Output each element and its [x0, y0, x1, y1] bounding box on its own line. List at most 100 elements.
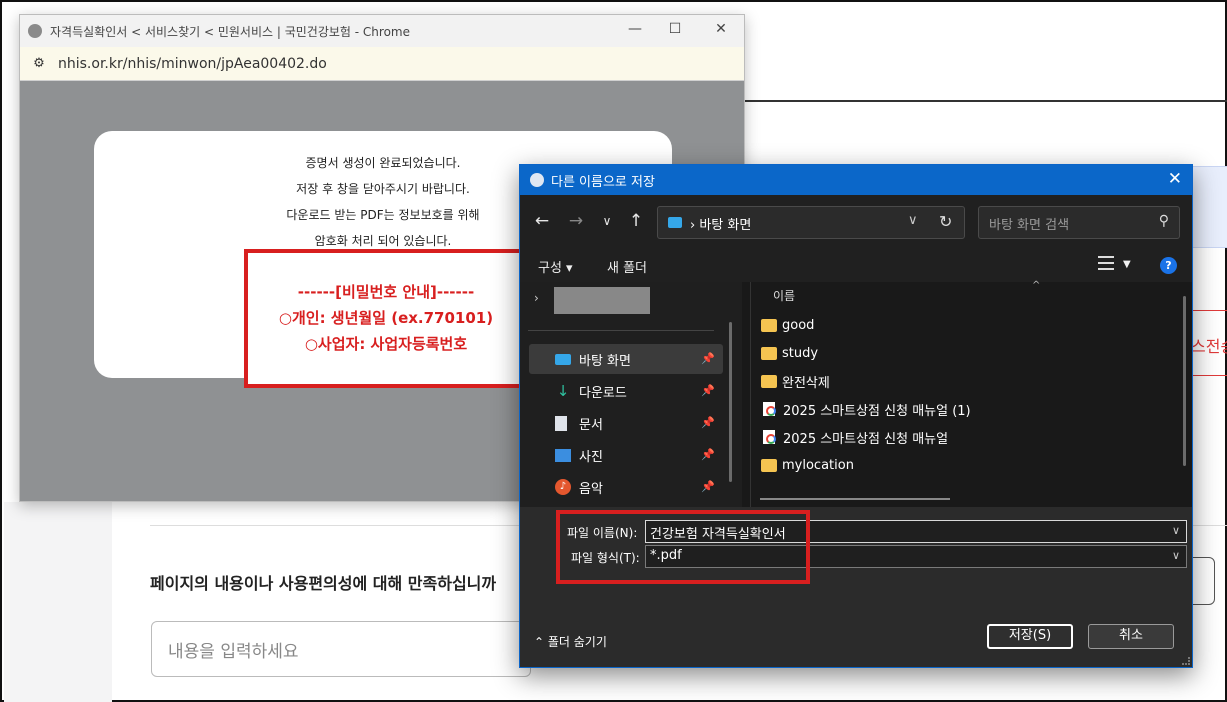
password-notice-heading: ------[비밀번호 안내]------ [297, 283, 475, 301]
picture-icon [555, 448, 571, 462]
nav-item-desktop[interactable]: 바탕 화면 📌 [529, 344, 723, 374]
header-divider [744, 100, 1227, 102]
search-icon: ⚲ [1158, 213, 1169, 229]
forward-arrow-icon[interactable]: → [566, 211, 586, 231]
pin-icon: 📌 [701, 416, 715, 429]
document-icon [555, 415, 567, 431]
file-item[interactable]: good [761, 313, 814, 337]
view-icon[interactable] [1098, 256, 1114, 270]
nav-item-label: 다운로드 [579, 385, 627, 401]
highlight-box [556, 510, 810, 584]
music-icon: ♪ [555, 479, 571, 495]
column-header-name[interactable]: 이름 [773, 287, 795, 304]
help-icon[interactable]: ? [1160, 257, 1177, 274]
folder-icon [761, 318, 777, 332]
pane-divider [528, 330, 714, 331]
dialog-titlebar: 다른 이름으로 저장 ✕ [520, 165, 1192, 195]
folder-shortcut-icon [761, 458, 777, 472]
password-business: ○사업자: 사업자등록번호 [304, 335, 468, 353]
file-item[interactable]: 2025 스마트상점 신청 매뉴얼 [761, 425, 948, 449]
file-item[interactable]: study [761, 341, 818, 365]
pin-icon: 📌 [701, 448, 715, 461]
file-item[interactable]: 완전삭제 [761, 369, 830, 393]
chevron-down-icon[interactable]: ∨ [908, 213, 918, 228]
nav-item-label: 문서 [579, 417, 603, 433]
save-as-dialog: 다른 이름으로 저장 ✕ ← → ∨ ↑ › 바탕 화면 ∨ ↻ 바탕 화면 검… [519, 164, 1193, 668]
desktop-icon [668, 217, 682, 228]
chevron-down-icon[interactable]: ▼ [1123, 259, 1131, 270]
up-arrow-icon[interactable]: ↑ [626, 211, 646, 231]
popup-titlebar: 자격득실확인서 < 서비스찾기 < 민원서비스 | 국민건강보험 - Chrom… [20, 15, 744, 47]
left-gray-panel [4, 502, 112, 702]
nav-scrollbar[interactable] [729, 322, 732, 482]
new-folder-button[interactable]: 새 폴더 [607, 257, 647, 276]
command-bar: 구성 ▾ 새 폴더 ▼ ? [520, 250, 1192, 282]
satisfaction-question: 페이지의 내용이나 사용편의성에 대해 만족하십니까 [150, 574, 497, 593]
download-icon: ↓ [556, 382, 570, 400]
pin-icon: 📌 [701, 352, 715, 365]
info-box [1192, 166, 1227, 248]
address-bar[interactable]: ⚙ nhis.or.kr/nhis/minwon/jpAea00402.do [20, 47, 744, 81]
path-crumb[interactable]: › 바탕 화면 [690, 214, 751, 233]
pane-splitter[interactable] [750, 282, 751, 507]
pin-icon: 📌 [701, 480, 715, 493]
dialog-title: 다른 이름으로 저장 [551, 174, 655, 190]
nav-item-documents[interactable]: 문서 📌 [529, 408, 723, 438]
search-placeholder: 바탕 화면 검색 [989, 218, 1070, 233]
globe-icon [28, 24, 42, 38]
file-scrollbar[interactable] [1183, 296, 1186, 466]
send-button[interactable]: 스전송 [1188, 310, 1227, 376]
recent-locations-icon[interactable]: ∨ [597, 214, 617, 228]
path-bar[interactable]: › 바탕 화면 ∨ ↻ [657, 206, 965, 239]
file-name: study [782, 345, 819, 361]
nav-item-label: 음악 [579, 481, 603, 497]
file-list: ^ 이름 good study 완전삭제 2025 스마트상점 신청 매뉴얼 (… [742, 280, 1192, 507]
site-settings-icon[interactable]: ⚙ [30, 55, 48, 73]
back-arrow-icon[interactable]: ← [532, 211, 552, 231]
file-name: 2025 스마트상점 신청 매뉴얼 (1) [783, 403, 971, 419]
chrome-icon [530, 173, 544, 187]
save-form: 파일 이름(N): 건강보험 자격득실확인서 ∨ 파일 형식(T): *.pdf… [520, 507, 1192, 667]
nav-item-pictures[interactable]: 사진 📌 [529, 440, 723, 470]
password-notice: ------[비밀번호 안내]------ ○개인: 생년월일 (ex.7701… [244, 249, 528, 388]
hide-folders-toggle[interactable]: ⌃ 폴더 숨기기 [534, 633, 607, 650]
desktop-icon [555, 353, 571, 365]
save-button[interactable]: 저장(S) [987, 624, 1073, 649]
chrome-doc-icon [763, 430, 776, 444]
chevron-down-icon[interactable]: ∨ [1172, 524, 1180, 537]
file-item[interactable]: mylocation [761, 453, 854, 477]
refresh-icon[interactable]: ↻ [939, 212, 952, 231]
nav-item-label: 바탕 화면 [579, 353, 631, 369]
cancel-button[interactable]: 취소 [1088, 624, 1174, 649]
maximize-icon[interactable]: ☐ [664, 21, 686, 41]
sort-caret-icon: ^ [1032, 280, 1041, 291]
chevron-down-icon[interactable]: ∨ [1172, 549, 1180, 562]
navigation-pane: › 바탕 화면 📌 ↓ 다운로드 📌 문서 📌 사진 📌 ♪ 음악 📌 [520, 282, 732, 507]
minimize-icon[interactable]: — [624, 21, 646, 41]
redacted-item[interactable] [554, 287, 650, 314]
folder-icon [761, 346, 777, 360]
password-personal: ○개인: 생년월일 (ex.770101) [278, 309, 494, 327]
horizontal-scrollbar[interactable] [760, 498, 950, 500]
close-icon[interactable]: ✕ [710, 21, 732, 41]
feedback-input[interactable]: 내용을 입력하세요 [151, 621, 531, 677]
organize-button[interactable]: 구성 ▾ [538, 257, 573, 276]
file-item[interactable]: 2025 스마트상점 신청 매뉴얼 (1) [761, 397, 971, 421]
resize-grip-icon[interactable] [1182, 657, 1190, 665]
file-name: mylocation [782, 457, 854, 473]
pin-icon: 📌 [701, 384, 715, 397]
nav-item-downloads[interactable]: ↓ 다운로드 📌 [529, 376, 723, 406]
nav-item-music[interactable]: ♪ 음악 📌 [529, 472, 723, 502]
folder-icon [761, 374, 777, 388]
file-name: good [782, 317, 815, 333]
close-icon[interactable]: ✕ [1168, 169, 1182, 189]
chevron-right-icon[interactable]: › [534, 291, 539, 305]
navigation-bar: ← → ∨ ↑ › 바탕 화면 ∨ ↻ 바탕 화면 검색 ⚲ [520, 195, 1192, 250]
file-name: 2025 스마트상점 신청 매뉴얼 [783, 431, 949, 447]
chrome-doc-icon [763, 402, 776, 416]
search-input[interactable]: 바탕 화면 검색 ⚲ [978, 206, 1180, 239]
file-name: 완전삭제 [782, 375, 830, 391]
url-text[interactable]: nhis.or.kr/nhis/minwon/jpAea00402.do [58, 56, 327, 72]
nav-item-label: 사진 [579, 449, 603, 465]
popup-window-title: 자격득실확인서 < 서비스찾기 < 민원서비스 | 국민건강보험 - Chrom… [50, 24, 410, 39]
